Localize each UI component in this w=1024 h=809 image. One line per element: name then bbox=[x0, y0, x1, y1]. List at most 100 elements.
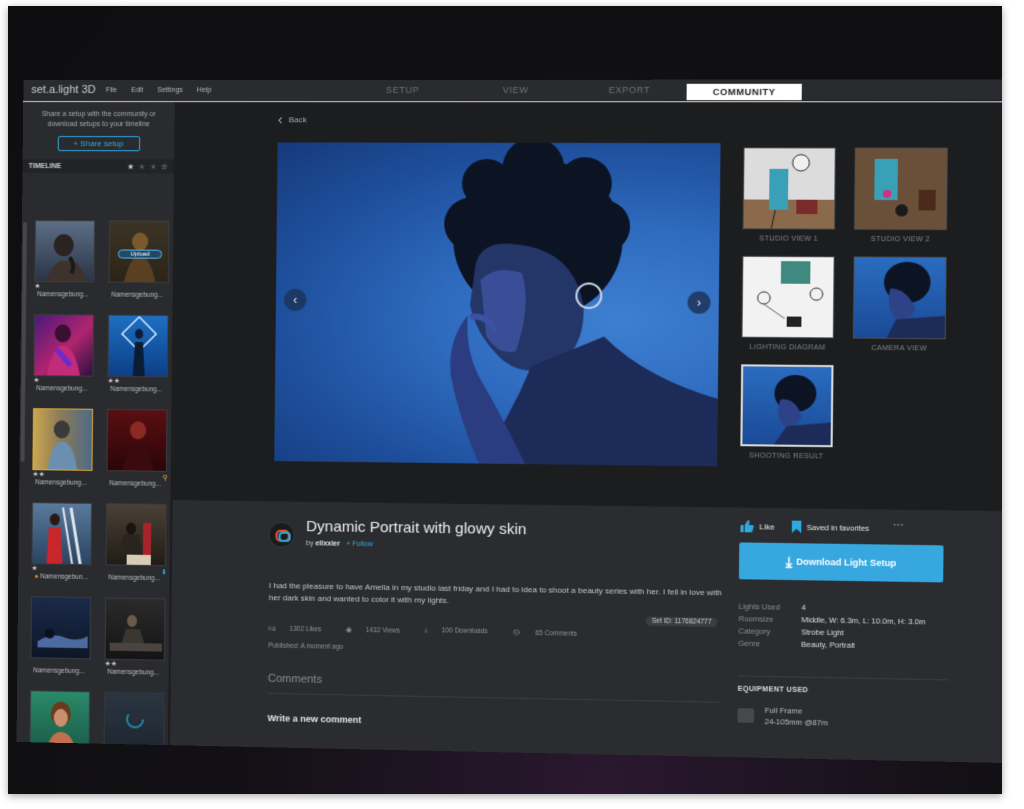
timeline-item[interactable]: ★★ Namensgebung... bbox=[101, 597, 168, 687]
timeline-item[interactable]: ⬇ Namensgebung... bbox=[102, 503, 169, 592]
spec-value: Strobe Light bbox=[801, 627, 844, 638]
chevron-left-icon: ‹ bbox=[277, 111, 283, 128]
spec-key: Category bbox=[738, 626, 771, 637]
more-options-icon[interactable]: ··· bbox=[893, 520, 904, 531]
comments-count-text: 65 Comments bbox=[535, 629, 578, 638]
back-label: Back bbox=[288, 114, 307, 124]
timeline-thumbnail[interactable] bbox=[105, 503, 167, 567]
tab-export[interactable]: EXPORT bbox=[572, 80, 686, 100]
view-label: STUDIO VIEW 2 bbox=[870, 235, 930, 244]
spec-value: Beauty, Portrait bbox=[801, 639, 855, 650]
rating-stars bbox=[105, 283, 172, 292]
saved-favorites-button[interactable]: Saved in favorites bbox=[791, 520, 870, 534]
timeline-item[interactable]: ★ Namensgebung... bbox=[30, 314, 97, 403]
timeline-item[interactable]: ★ ● Namensgebun... bbox=[28, 502, 95, 591]
timeline-item[interactable]: Upload Namensgebung... bbox=[105, 220, 172, 309]
follow-button[interactable]: + Follow bbox=[346, 541, 373, 548]
upload-tag[interactable]: Upload bbox=[117, 249, 163, 259]
timeline-item-name: Namensgebung... bbox=[109, 480, 162, 488]
camera-view-image bbox=[852, 256, 947, 340]
timeline-item-name: Namensgebung... bbox=[36, 385, 88, 393]
timeline-thumbnail[interactable] bbox=[30, 596, 92, 660]
downloads-count-text: 100 Downloads bbox=[441, 627, 488, 636]
set-id-badge: Set ID: 1176824777 bbox=[645, 616, 718, 627]
timeline-item[interactable]: ★★ Namensgebung... bbox=[104, 314, 171, 404]
timeline-item-name: Namensgebung... bbox=[110, 385, 163, 394]
prev-image-button[interactable]: ‹ bbox=[283, 288, 307, 312]
filter-star-icon[interactable]: ★ bbox=[127, 162, 134, 171]
like-button[interactable]: Like bbox=[739, 519, 775, 533]
equipment-heading: EQUIPMENT USED bbox=[737, 685, 809, 695]
timeline-scrollbar[interactable] bbox=[20, 222, 27, 463]
portrait-image bbox=[46, 503, 92, 566]
timeline-thumbnail[interactable] bbox=[107, 314, 169, 378]
published-date: Published: A moment ago bbox=[268, 642, 344, 651]
setup-title: Dynamic Portrait with glowy skin bbox=[305, 517, 527, 539]
back-link[interactable]: ‹ Back bbox=[277, 111, 307, 128]
portrait-image bbox=[37, 627, 88, 649]
setup-actions: Like Saved in favorites ··· ⤓ Download L… bbox=[737, 519, 951, 727]
tab-view[interactable]: VIEW bbox=[459, 80, 573, 100]
timeline-item[interactable]: ★★ bbox=[26, 690, 93, 763]
likes-count: 👍︎ 1302 Likes bbox=[268, 624, 333, 633]
menu-settings[interactable]: Settings bbox=[157, 86, 183, 93]
timeline-thumbnail-selected[interactable] bbox=[32, 408, 94, 471]
tab-community[interactable]: COMMUNITY bbox=[686, 83, 802, 101]
app-logo: set.a.light 3D bbox=[31, 83, 96, 96]
download-light-setup-button[interactable]: ⤓ Download Light Setup bbox=[738, 542, 944, 583]
view-label: CAMERA VIEW bbox=[871, 344, 928, 353]
timeline-thumbnail[interactable] bbox=[106, 408, 168, 472]
portrait-image bbox=[121, 421, 155, 472]
sidebar: Share a setup with the community or down… bbox=[16, 101, 176, 760]
timeline-thumbnail[interactable] bbox=[104, 597, 166, 661]
view-shooting-result[interactable]: SHOOTING RESULT bbox=[740, 364, 834, 460]
timeline-thumbnail[interactable] bbox=[103, 691, 165, 756]
loading-spinner-icon bbox=[105, 693, 165, 755]
view-lighting-diagram[interactable]: LIGHTING DIAGRAM bbox=[741, 255, 835, 352]
portrait-image bbox=[108, 316, 168, 378]
timeline-item[interactable]: Namensgebung... bbox=[27, 596, 94, 685]
download-arrow-icon: ⤓ bbox=[785, 552, 793, 570]
timeline-item[interactable]: ⚲ Namensgebung... bbox=[103, 408, 170, 498]
portrait-photo bbox=[443, 142, 719, 467]
timeline-item[interactable]: ★ Namensgebung... bbox=[31, 220, 98, 309]
menu-file[interactable]: File bbox=[106, 86, 117, 93]
write-comment-link[interactable]: Write a new comment bbox=[267, 713, 361, 725]
downloads-count: ⤓ 100 Downloads bbox=[424, 627, 500, 636]
view-camera[interactable]: CAMERA VIEW bbox=[852, 256, 947, 353]
next-image-button[interactable]: › bbox=[687, 291, 711, 314]
portrait-image bbox=[47, 419, 78, 471]
setup-info-panel: Dynamic Portrait with glowy skin by elix… bbox=[169, 500, 1002, 764]
equipment-item[interactable]: Full Frame 24-105mm @87m bbox=[737, 704, 828, 728]
author-name[interactable]: elixxier bbox=[315, 540, 340, 547]
comments-count: 💬︎ 65 Comments bbox=[512, 629, 589, 638]
like-icon bbox=[740, 519, 754, 533]
timeline-thumbnail[interactable] bbox=[33, 314, 95, 377]
timeline-item-name: Namensgebung... bbox=[107, 668, 160, 677]
timeline-thumbnail[interactable]: Upload bbox=[108, 220, 170, 283]
spec-key: Genre bbox=[738, 638, 761, 649]
view-studio-1[interactable]: STUDIO VIEW 1 bbox=[742, 147, 836, 243]
main-tabs: SETUP VIEW EXPORT COMMUNITY bbox=[346, 80, 802, 101]
share-setup-button[interactable]: + Share setup bbox=[57, 136, 140, 152]
pin-icon[interactable]: ⚲ bbox=[163, 474, 168, 482]
download-label: Download Light Setup bbox=[796, 556, 897, 569]
timeline-item-name: Namensgebung... bbox=[108, 574, 161, 583]
menu-help[interactable]: Help bbox=[197, 86, 212, 93]
filter-star-outline-icon[interactable]: ☆ bbox=[161, 162, 168, 171]
filter-star-icon[interactable]: ★ bbox=[150, 162, 157, 171]
timeline-item[interactable]: ★★ Namensgebung... bbox=[29, 408, 96, 497]
author-avatar[interactable] bbox=[268, 521, 295, 549]
timeline-item-name bbox=[26, 761, 92, 762]
timeline-thumbnail[interactable] bbox=[31, 502, 93, 566]
view-studio-2[interactable]: STUDIO VIEW 2 bbox=[853, 147, 948, 244]
timeline-thumbnail[interactable] bbox=[34, 220, 96, 283]
setup-specs: Lights Used 4 Roomsize Middle, W: 6.3m, L:… bbox=[738, 602, 949, 655]
timeline-item[interactable] bbox=[100, 691, 167, 764]
filter-star-icon[interactable]: ★ bbox=[138, 162, 145, 171]
tab-setup[interactable]: SETUP bbox=[346, 80, 459, 100]
timeline-thumbnail[interactable] bbox=[29, 690, 91, 754]
by-label: by bbox=[305, 540, 314, 548]
menu-edit[interactable]: Edit bbox=[131, 86, 143, 93]
spec-key: Lights Used bbox=[738, 601, 781, 612]
